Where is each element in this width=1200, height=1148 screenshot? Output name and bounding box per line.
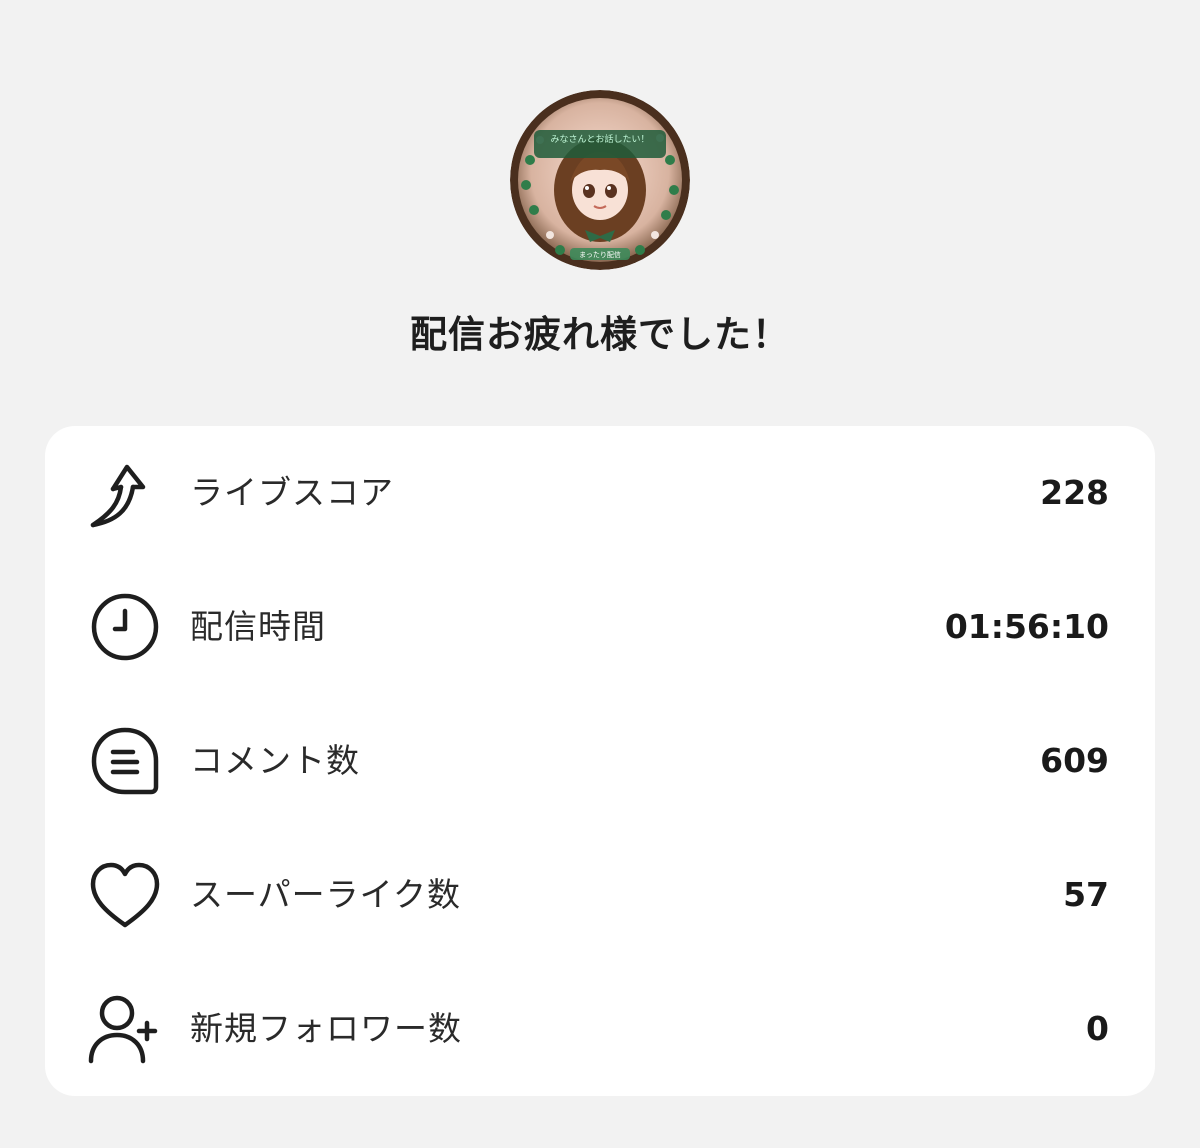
- clock-icon: [85, 587, 165, 667]
- stat-label: ライブスコア: [190, 473, 394, 512]
- stat-value: 228: [1040, 473, 1109, 512]
- stat-label: 配信時間: [190, 607, 326, 646]
- stat-row-stream-time: 配信時間 01:56:10: [45, 560, 1155, 694]
- stat-value: 57: [1063, 875, 1109, 914]
- score-arrow-icon: [85, 453, 165, 533]
- add-user-icon: [85, 989, 165, 1069]
- heart-icon: [85, 855, 165, 935]
- stat-row-super-like-count: スーパーライク数 57: [45, 828, 1155, 962]
- page-title: 配信お疲れ様でした！: [410, 313, 790, 356]
- stat-label: 新規フォロワー数: [190, 1009, 462, 1048]
- stats-card: ライブスコア 228 配信時間 01:56:10 コメント数 609 スーパーラ…: [45, 426, 1155, 1096]
- svg-text:まったり配信: まったり配信: [579, 250, 621, 259]
- stat-label: コメント数: [190, 741, 360, 780]
- comment-icon: [85, 721, 165, 801]
- stat-label: スーパーライク数: [190, 875, 462, 914]
- stat-value: 609: [1040, 741, 1109, 780]
- stat-value: 0: [1086, 1009, 1109, 1048]
- streamer-avatar[interactable]: みなさんとお話したい！ まったり配信: [510, 90, 690, 270]
- stat-row-live-score: ライブスコア 228: [45, 426, 1155, 560]
- stat-value: 01:56:10: [944, 607, 1109, 646]
- stat-row-new-follower-count: 新規フォロワー数 0: [45, 962, 1155, 1096]
- stat-row-comment-count: コメント数 609: [45, 694, 1155, 828]
- svg-text:みなさんとお話したい！: みなさんとお話したい！: [550, 133, 649, 145]
